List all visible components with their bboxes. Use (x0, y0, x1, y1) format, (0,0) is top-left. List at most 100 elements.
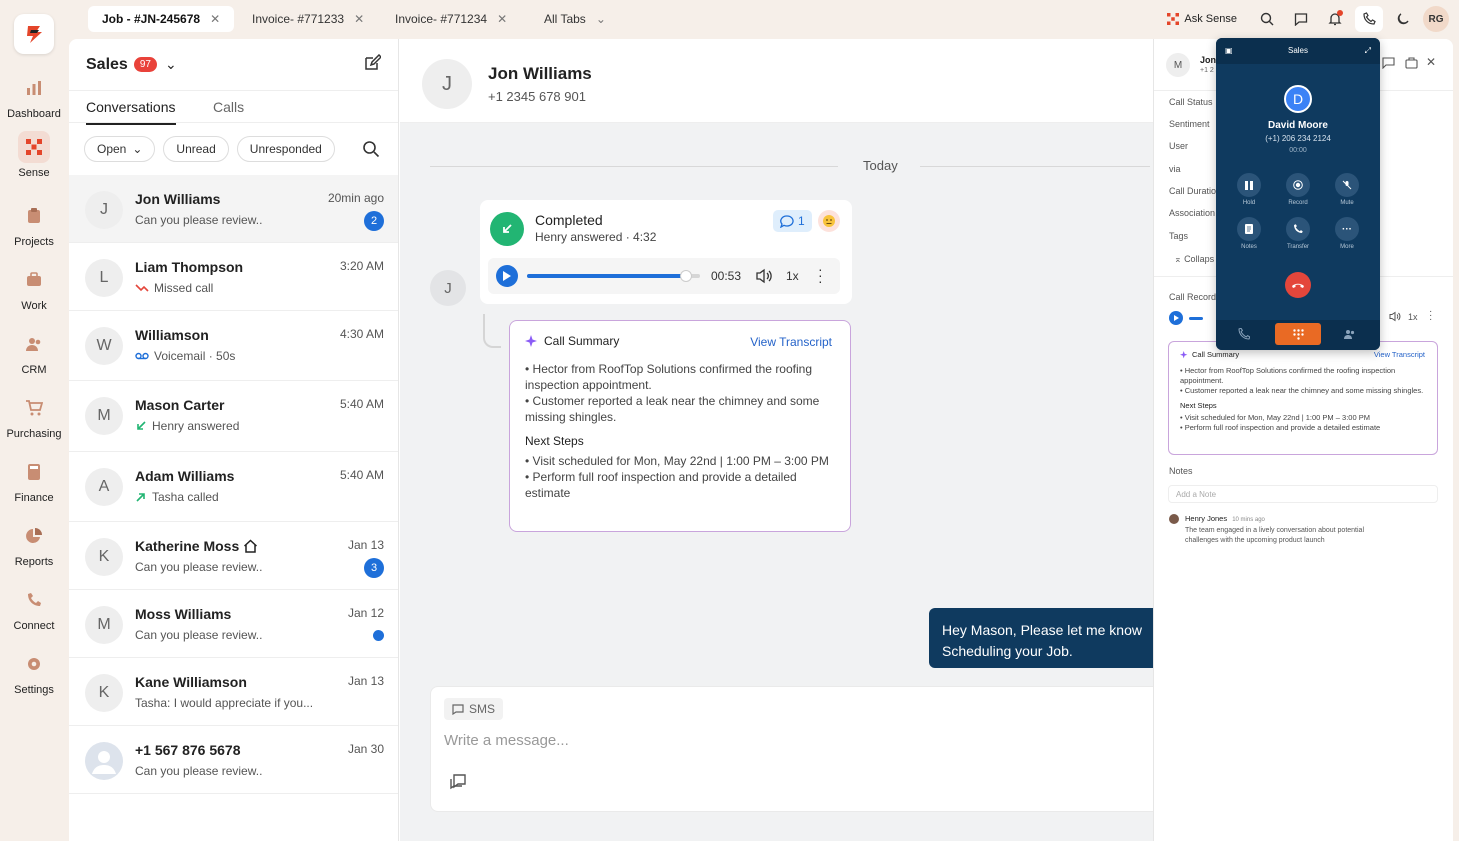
close-icon[interactable]: ✕ (210, 12, 220, 26)
list-item[interactable]: K Katherine Moss Can you please review..… (69, 522, 398, 590)
button-label: Hold (1242, 200, 1256, 206)
audio-progress-fill (527, 274, 687, 278)
more-vertical-icon[interactable]: · · · (1429, 307, 1432, 325)
bar-chart-icon (18, 72, 50, 104)
notes-label: Notes (1169, 466, 1193, 476)
filter-unresponded[interactable]: Unresponded (236, 136, 335, 162)
preview-text: Voicemail · 50s (154, 349, 236, 363)
chat-icon[interactable] (1287, 6, 1315, 32)
rail-reports[interactable]: Reports (0, 520, 68, 568)
rail-sense[interactable]: Sense (0, 131, 68, 179)
collapse-toggle[interactable]: ⌅ Collaps (1174, 254, 1214, 265)
chevron-down-icon[interactable]: ⌄ (165, 56, 177, 73)
minimize-icon[interactable]: ▣ (1225, 38, 1233, 64)
rail-label: Purchasing (6, 428, 62, 440)
app-logo[interactable] (14, 14, 54, 54)
rail-work[interactable]: Work (0, 264, 68, 312)
view-transcript-link[interactable]: View Transcript (750, 335, 832, 349)
rail-finance[interactable]: Finance (0, 456, 68, 504)
templates-icon[interactable] (449, 772, 469, 795)
close-icon[interactable]: ✕ (497, 12, 507, 26)
playback-speed[interactable]: 1x (1408, 312, 1418, 322)
search-icon[interactable] (1253, 6, 1281, 32)
notes-button[interactable]: Notes (1232, 217, 1266, 250)
list-item[interactable]: K Kane Williamson Tasha: I would appreci… (69, 658, 398, 726)
filter-open[interactable]: Open ⌄ (84, 136, 156, 162)
rail-settings[interactable]: Settings (0, 648, 68, 696)
list-item[interactable]: M Mason Carter Henry answered 5:40 AM (69, 381, 398, 452)
rail-crm[interactable]: CRM (0, 328, 68, 376)
mute-button[interactable]: Mute (1330, 173, 1364, 206)
bell-icon[interactable] (1321, 6, 1349, 32)
contact-name[interactable]: Jon Williams (488, 64, 592, 84)
hang-up-button[interactable] (1285, 272, 1311, 298)
briefcase-icon[interactable] (1405, 57, 1418, 71)
day-divider: Today (430, 157, 1150, 177)
rail-connect[interactable]: Connect (0, 584, 68, 632)
ask-sense-button[interactable]: Ask Sense (1167, 13, 1237, 25)
channel-selector[interactable]: SMS (444, 698, 504, 720)
hold-button[interactable]: Hold (1232, 173, 1266, 206)
list-item[interactable]: L Liam Thompson Missed call 3:20 AM (69, 243, 398, 311)
unread-dot (373, 630, 384, 641)
more-vertical-icon[interactable]: · · · (818, 262, 823, 288)
playback-speed[interactable]: 1x (786, 269, 799, 283)
search-icon[interactable] (362, 140, 380, 161)
avatar (1169, 514, 1179, 524)
tab-job[interactable]: Job - #JN-245678 ✕ (88, 6, 235, 32)
field-label: Call Duratio (1169, 186, 1217, 196)
audio-progress-track[interactable] (527, 270, 700, 282)
ask-sense-label: Ask Sense (1184, 13, 1237, 25)
tab-calls[interactable]: Calls (213, 99, 244, 115)
keypad-button[interactable] (1275, 323, 1321, 345)
rail-dashboard[interactable]: Dashboard (0, 72, 68, 120)
comment-icon[interactable] (1382, 57, 1395, 71)
list-item[interactable]: W Williamson Voicemail · 50s 4:30 AM (69, 311, 398, 381)
contact-name: +1 567 876 5678 (135, 742, 241, 758)
audio-scrubber-handle[interactable] (680, 270, 693, 282)
moon-icon[interactable] (1389, 6, 1417, 32)
close-icon[interactable]: ✕ (1426, 55, 1436, 69)
note-input[interactable]: Add a Note (1168, 485, 1438, 503)
play-icon[interactable] (1169, 311, 1183, 325)
preview-text: Henry answered (152, 419, 240, 433)
phone-icon[interactable] (1355, 6, 1383, 32)
call-summary-card: Call Summary View Transcript • Hector fr… (509, 320, 851, 532)
record-icon (1286, 173, 1310, 197)
close-icon[interactable]: ✕ (354, 12, 364, 26)
tab-all-tabs[interactable]: All Tabs ⌄ (530, 6, 620, 32)
view-transcript-link[interactable]: View Transcript (1374, 350, 1425, 360)
chat-area: J Jon Williams +1 2345 678 901 Today J C… (400, 39, 1170, 841)
play-icon[interactable] (496, 265, 518, 287)
compose-icon[interactable] (363, 53, 383, 75)
list-item[interactable]: +1 567 876 5678 Can you please review.. … (69, 726, 398, 794)
list-item[interactable]: J Jon Williams Can you please review.. 2… (69, 175, 398, 243)
phone-icon[interactable] (1238, 327, 1251, 343)
pie-chart-icon (18, 520, 50, 552)
rail-projects[interactable]: Projects (0, 200, 68, 248)
volume-icon[interactable] (1389, 311, 1401, 324)
tab-conversations[interactable]: Conversations (86, 99, 176, 125)
comment-count-button[interactable]: 1 (773, 210, 812, 232)
record-button[interactable]: Record (1281, 173, 1315, 206)
list-item[interactable]: A Adam Williams Tasha called 5:40 AM (69, 452, 398, 522)
tab-invoice-771234[interactable]: Invoice- #771234 ✕ (381, 6, 521, 32)
volume-icon[interactable] (755, 268, 773, 287)
message-input[interactable]: Write a message... (444, 732, 569, 749)
list-item[interactable]: M Moss Williams Can you please review.. … (69, 590, 398, 658)
inbox-title[interactable]: Sales (86, 56, 128, 74)
tab-label: Job - #JN-245678 (102, 12, 201, 26)
expand-icon[interactable]: ⤢ (1365, 38, 1371, 64)
user-avatar[interactable]: RG (1423, 6, 1449, 32)
rail-purchasing[interactable]: Purchasing (0, 392, 68, 440)
rail-label: Reports (14, 556, 54, 568)
timestamp: 5:40 AM (339, 397, 384, 411)
filter-unread[interactable]: Unread (163, 136, 229, 162)
tab-invoice-771233[interactable]: Invoice- #771233 ✕ (238, 6, 378, 32)
transfer-button[interactable]: Transfer (1281, 217, 1315, 250)
contacts-icon[interactable] (1344, 328, 1356, 343)
call-status: Completed (535, 212, 603, 228)
message-preview: Can you please review.. (135, 628, 263, 642)
outgoing-call-icon (136, 493, 145, 502)
more-button[interactable]: ··· More (1330, 217, 1364, 250)
